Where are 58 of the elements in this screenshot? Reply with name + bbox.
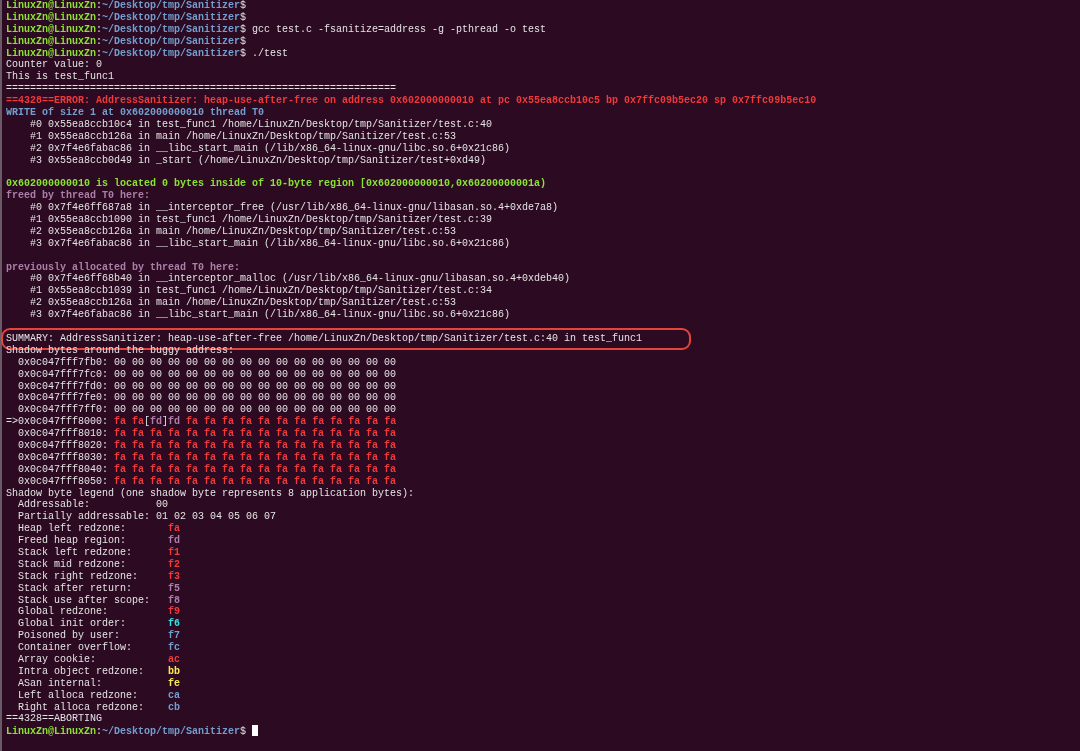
terminal-line: Stack left redzone: f1 — [17, 546, 181, 558]
terminal-line: Counter value: 0 — [6, 59, 102, 71]
terminal-line: #0 0x55ea8ccb10c4 in test_func1 /home/LinuxZn/Desktop/tmp/Sanitizer/test.c:40 — [29, 118, 493, 130]
terminal-line: 0x0c047fff8010: fa fa fa fa fa fa fa fa fa fa fa fa fa fa fa fa — [17, 428, 397, 440]
terminal-line: #2 0x55ea8ccb126a in main /home/LinuxZn/Desktop/tmp/Sanitizer/test.c:53 — [29, 225, 457, 237]
terminal-line: #1 0x55ea8ccb126a in main /home/LinuxZn/Desktop/tmp/Sanitizer/test.c:53 — [29, 130, 457, 142]
terminal-line: #0 0x7f4e6ff687a8 in __interceptor_free (/usr/lib/x86_64-linux-gnu/libasan.so.4+0xde7a8) — [29, 202, 559, 214]
terminal-line: Poisoned by user: f7 — [17, 630, 181, 642]
terminal-line: freed by thread T0 here: — [6, 190, 151, 202]
terminal-line: Freed heap region: fd — [17, 535, 181, 547]
terminal-line: LinuxZn@LinuxZn:~/Desktop/tmp/Sanitizer$ gcc test.c -fsanitize=address -g -pthread -o test — [6, 23, 547, 35]
terminal-line: #1 0x55ea8ccb1090 in test_func1 /home/LinuxZn/Desktop/tmp/Sanitizer/test.c:39 — [29, 214, 493, 226]
prompt-line: LinuxZn@LinuxZn:~/Desktop/tmp/Sanitizer$ — [6, 726, 248, 738]
terminal-line: Right alloca redzone: cb — [17, 701, 181, 713]
terminal-line: Container overflow: fc — [17, 642, 181, 654]
terminal-line: SUMMARY: AddressSanitizer: heap-use-after-free /home/LinuxZn/Desktop/tmp/Sanitizer/test.c:40 in test_func1 — [6, 332, 643, 344]
terminal-line: 0x0c047fff7fd0: 00 00 00 00 00 00 00 00 00 00 00 00 00 00 00 00 — [17, 380, 397, 392]
terminal-line: Heap left redzone: fa — [17, 523, 181, 535]
terminal-line: 0x0c047fff7fc0: 00 00 00 00 00 00 00 00 00 00 00 00 00 00 00 00 — [17, 368, 397, 380]
terminal-line: #1 0x55ea8ccb1039 in test_func1 /home/LinuxZn/Desktop/tmp/Sanitizer/test.c:34 — [29, 285, 493, 297]
terminal-line: This is test_func1 — [6, 71, 115, 83]
terminal-line: 0x602000000010 is located 0 bytes inside of 10-byte region [0x602000000010,0x60200000001a) — [6, 178, 547, 190]
terminal-line: Stack right redzone: f3 — [17, 570, 181, 582]
terminal-line: ==4328==ERROR: AddressSanitizer: heap-use-after-free on address 0x602000000010 at pc 0x55ea8ccb10c5 bp 0x7ffc09b5ec20 sp 0x7ffc09b5ec10 — [6, 95, 817, 107]
terminal-line: #3 0x55ea8ccb0d49 in _start (/home/LinuxZn/Desktop/tmp/Sanitizer/test+0xd49) — [29, 154, 487, 166]
terminal-line: #0 0x7f4e6ff68b40 in __interceptor_malloc (/usr/lib/x86_64-linux-gnu/libasan.so.4+0xdeb40) — [29, 273, 571, 285]
terminal-line: ==4328==ABORTING — [6, 713, 102, 725]
terminal-line: =>0x0c047fff8000: fa fa[fd]fd fa fa fa fa fa fa fa fa fa fa fa fa — [6, 416, 397, 428]
terminal-line: LinuxZn@LinuxZn:~/Desktop/tmp/Sanitizer$ ./test — [6, 47, 289, 59]
terminal-line: 0x0c047fff8050: fa fa fa fa fa fa fa fa fa fa fa fa fa fa fa fa — [17, 475, 397, 487]
terminal-line: #2 0x55ea8ccb126a in main /home/LinuxZn/Desktop/tmp/Sanitizer/test.c:53 — [29, 297, 457, 309]
terminal-line: 0x0c047fff8040: fa fa fa fa fa fa fa fa fa fa fa fa fa fa fa fa — [17, 463, 397, 475]
terminal-line: ================================================================= — [6, 83, 397, 95]
terminal-line: Addressable: 00 — [17, 499, 169, 511]
terminal-line: WRITE of size 1 at 0x602000000010 thread T0 — [6, 107, 265, 118]
terminal-line: Stack use after scope: f8 — [17, 594, 181, 606]
terminal-line: Intra object redzone: bb — [17, 665, 181, 677]
terminal-line: Stack after return: f5 — [17, 582, 181, 594]
terminal-line: #3 0x7f4e6fabac86 in __libc_start_main (/lib/x86_64-linux-gnu/libc.so.6+0x21c86) — [29, 237, 511, 249]
terminal-line: 0x0c047fff7ff0: 00 00 00 00 00 00 00 00 00 00 00 00 00 00 00 00 — [17, 404, 397, 416]
terminal-line: 0x0c047fff7fb0: 00 00 00 00 00 00 00 00 00 00 00 00 00 00 00 00 — [17, 356, 397, 368]
terminal-line: LinuxZn@LinuxZn:~/Desktop/tmp/Sanitizer$ — [6, 0, 247, 11]
terminal-line: Global init order: f6 — [17, 618, 181, 630]
terminal-line: Array cookie: ac — [17, 654, 181, 665]
terminal-line: 0x0c047fff8020: fa fa fa fa fa fa fa fa fa fa fa fa fa fa fa fa — [17, 439, 397, 451]
terminal-line: Shadow byte legend (one shadow byte represents 8 application bytes): — [6, 487, 415, 499]
terminal-line: 0x0c047fff7fe0: 00 00 00 00 00 00 00 00 00 00 00 00 00 00 00 00 — [17, 392, 397, 404]
terminal-line: #3 0x7f4e6fabac86 in __libc_start_main (/lib/x86_64-linux-gnu/libc.so.6+0x21c86) — [29, 309, 511, 321]
terminal-line: Global redzone: f9 — [17, 606, 181, 618]
terminal-line: 0x0c047fff8030: fa fa fa fa fa fa fa fa fa fa fa fa fa fa fa fa — [17, 451, 397, 463]
terminal-line: Stack mid redzone: f2 — [17, 558, 181, 570]
terminal-line: Partially addressable: 01 02 03 04 05 06 07 — [17, 511, 277, 523]
terminal-line: ASan internal: fe — [17, 677, 181, 689]
terminal-line: LinuxZn@LinuxZn:~/Desktop/tmp/Sanitizer$ — [6, 11, 247, 23]
terminal-line: #2 0x7f4e6fabac86 in __libc_start_main (/lib/x86_64-linux-gnu/libc.so.6+0x21c86) — [29, 142, 511, 154]
terminal-line: Left alloca redzone: ca — [17, 689, 181, 701]
terminal-line: LinuxZn@LinuxZn:~/Desktop/tmp/Sanitizer$ — [6, 35, 247, 47]
terminal-line: previously allocated by thread T0 here: — [6, 261, 241, 273]
